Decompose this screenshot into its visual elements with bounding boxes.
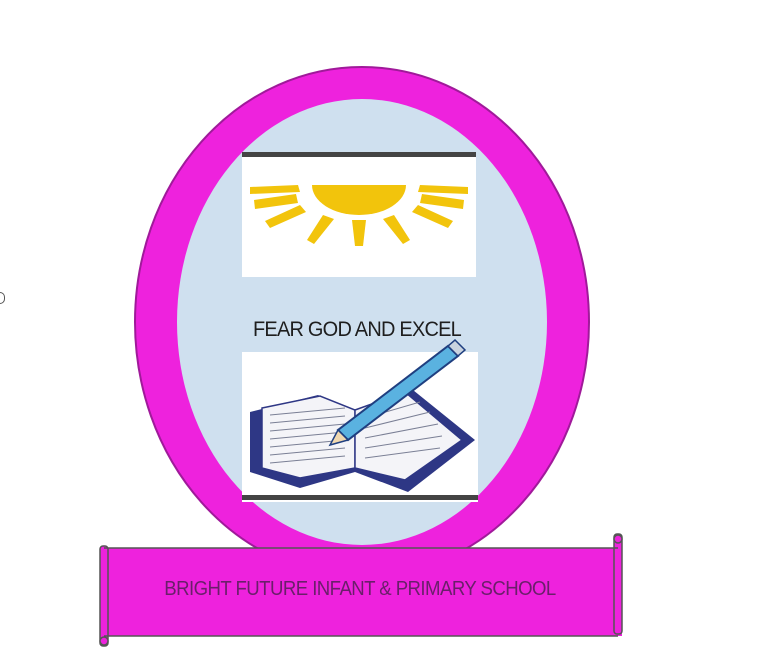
sun-icon	[242, 152, 476, 277]
school-name: BRIGHT FUTURE INFANT & PRIMARY SCHOOL	[164, 578, 556, 600]
school-motto: FEAR GOD AND EXCEL	[252, 318, 462, 341]
